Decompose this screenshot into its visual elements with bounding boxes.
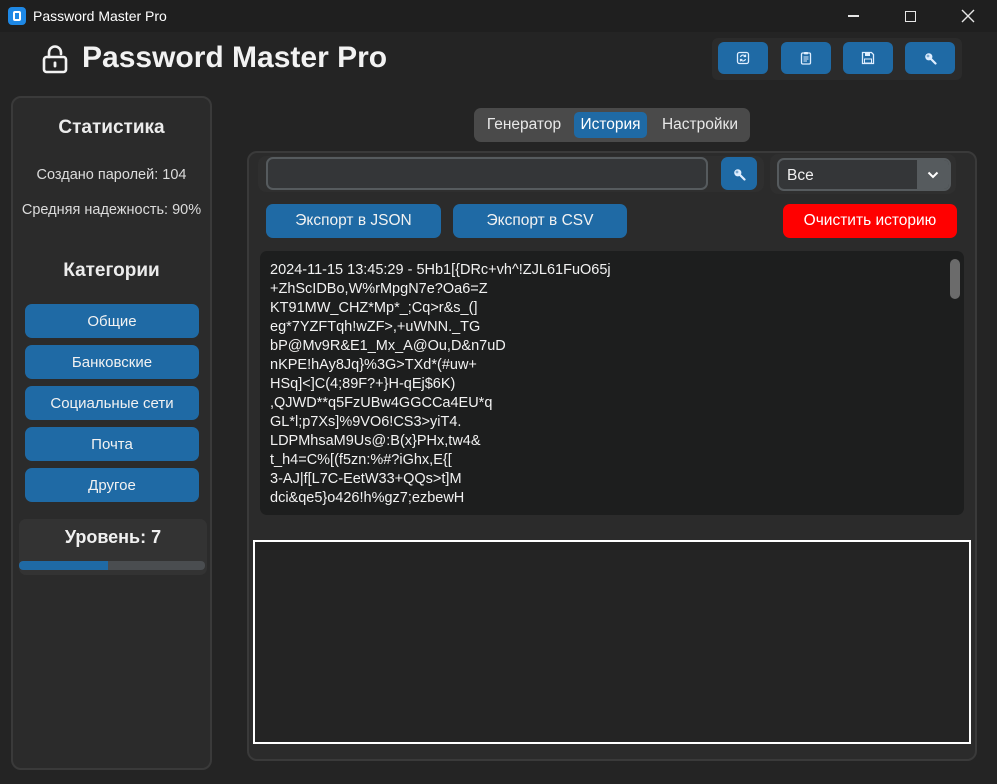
level-progress-bar bbox=[19, 561, 205, 570]
sidebar: Статистика Создано паролей: 104 Средняя … bbox=[11, 96, 212, 770]
minimize-button[interactable] bbox=[830, 0, 876, 32]
search-input[interactable] bbox=[266, 157, 708, 190]
refresh-button[interactable] bbox=[718, 42, 768, 74]
title-bar: Password Master Pro bbox=[0, 0, 997, 32]
average-strength-stat: Средняя надежность: 90% bbox=[21, 202, 202, 218]
window-title: Password Master Pro bbox=[33, 8, 167, 24]
save-icon bbox=[861, 51, 875, 65]
tab-settings[interactable]: Настройки bbox=[654, 112, 746, 138]
search-button[interactable] bbox=[721, 157, 757, 190]
chevron-down-icon bbox=[927, 171, 939, 178]
stats-heading: Статистика bbox=[58, 117, 165, 138]
tab-bar: Генератор История Настройки bbox=[474, 108, 750, 142]
level-progress-fill bbox=[19, 561, 109, 570]
category-filter-dropdown[interactable]: Все bbox=[777, 158, 951, 191]
export-csv-button[interactable]: Экспорт в CSV bbox=[453, 204, 627, 238]
level-label: Уровень: 7 bbox=[64, 527, 162, 547]
save-button[interactable] bbox=[843, 42, 893, 74]
filter-selected-value: Все bbox=[787, 167, 814, 184]
minimize-icon bbox=[847, 15, 859, 17]
category-social-button[interactable]: Социальные сети bbox=[25, 386, 199, 420]
category-other-button[interactable]: Другое bbox=[25, 468, 199, 502]
tab-history[interactable]: История bbox=[574, 112, 647, 138]
export-json-button[interactable]: Экспорт в JSON bbox=[266, 204, 441, 238]
copy-button[interactable] bbox=[781, 42, 831, 74]
close-icon bbox=[961, 9, 975, 23]
categories-heading: Категории bbox=[63, 260, 160, 281]
close-button[interactable] bbox=[945, 0, 991, 32]
category-mail-button[interactable]: Почта bbox=[25, 427, 199, 461]
refresh-icon bbox=[736, 51, 750, 65]
search-icon bbox=[734, 168, 746, 181]
clipboard-icon bbox=[800, 52, 812, 65]
tab-generator[interactable]: Генератор bbox=[478, 112, 570, 138]
clear-history-button[interactable]: Очистить историю bbox=[783, 204, 957, 238]
maximize-button[interactable] bbox=[887, 0, 933, 32]
dropdown-arrow-button[interactable] bbox=[917, 160, 949, 189]
created-passwords-stat: Создано паролей: 104 bbox=[36, 167, 187, 183]
toolbar bbox=[712, 38, 962, 80]
level-panel: Уровень: 7 bbox=[19, 519, 207, 575]
search-icon bbox=[925, 53, 937, 65]
lock-icon bbox=[42, 44, 68, 74]
maximize-icon bbox=[904, 10, 916, 22]
history-entry-text: 2024-11-15 13:45:29 - 5Hb1[{DRc+vh^!ZJL6… bbox=[270, 262, 611, 506]
page-title: Password Master Pro bbox=[82, 41, 388, 74]
history-scrollbar[interactable] bbox=[950, 259, 960, 299]
history-textbox[interactable]: 2024-11-15 13:45:29 - 5Hb1[{DRc+vh^!ZJL6… bbox=[260, 251, 964, 515]
category-general-button[interactable]: Общие bbox=[25, 304, 199, 338]
search-toolbar-button[interactable] bbox=[905, 42, 955, 74]
chart-canvas-area bbox=[253, 540, 971, 744]
app-logo-icon bbox=[8, 7, 26, 25]
category-banking-button[interactable]: Банковские bbox=[25, 345, 199, 379]
